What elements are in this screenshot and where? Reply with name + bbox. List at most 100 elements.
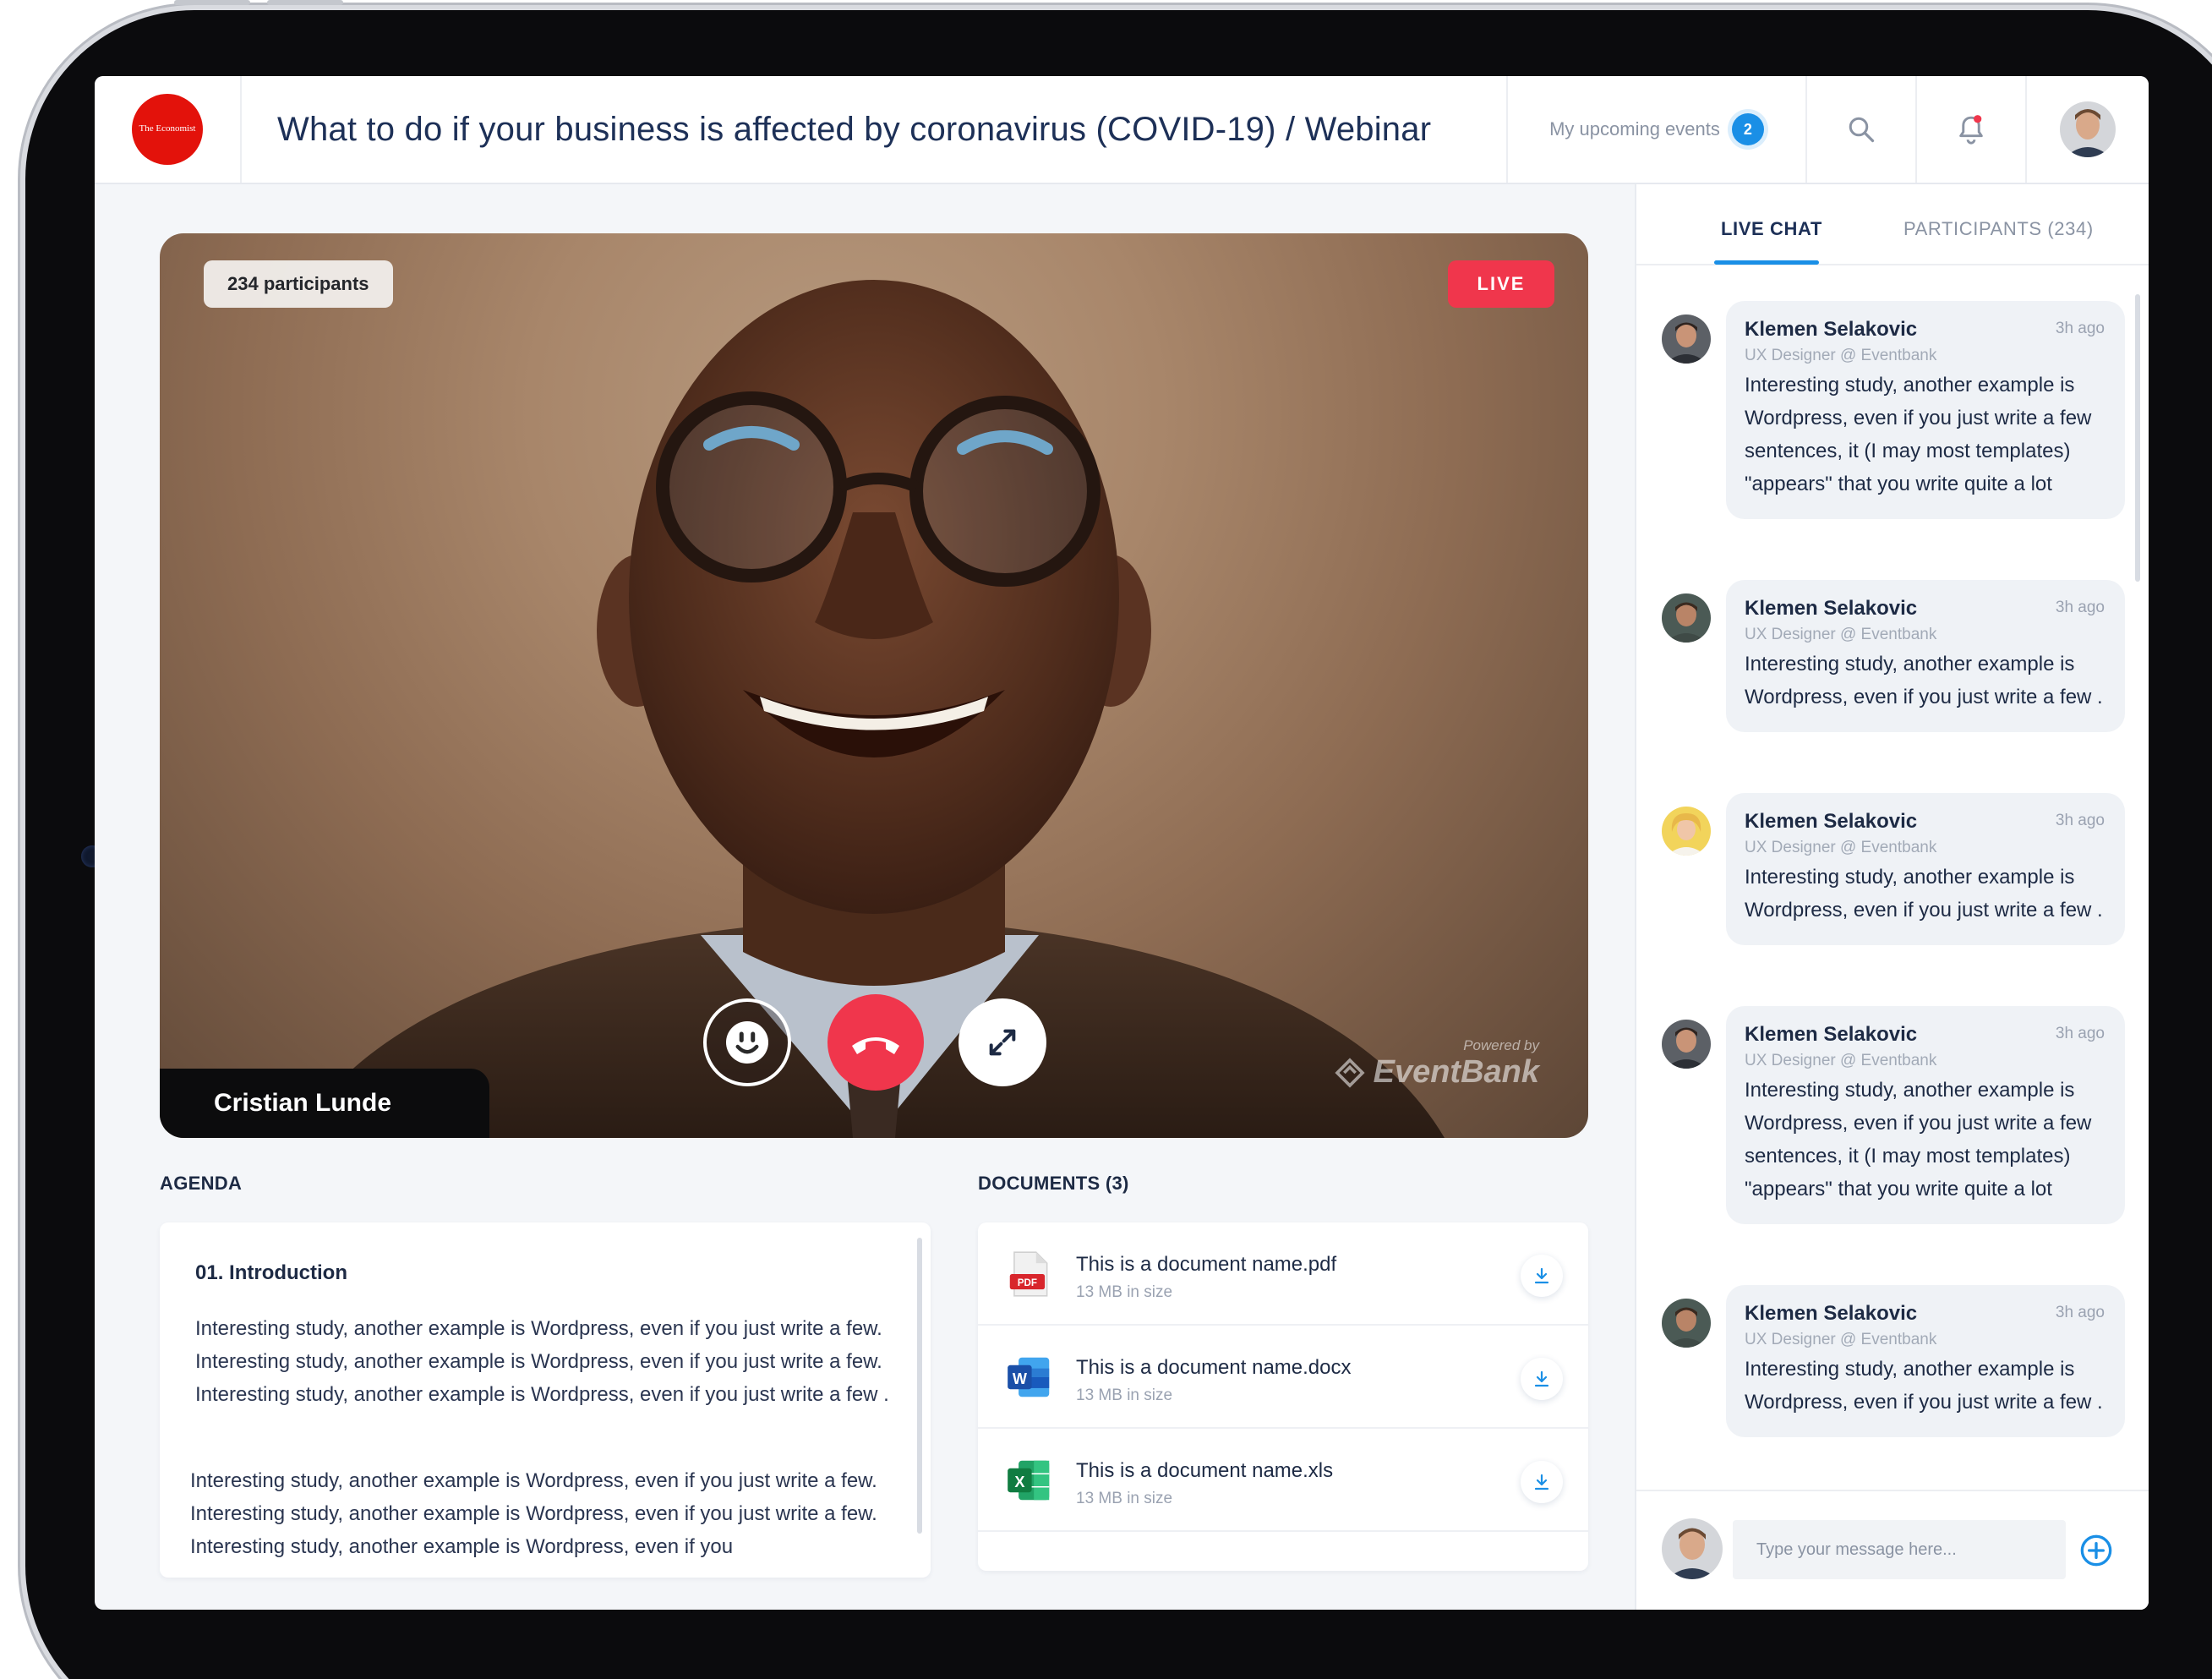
page-title: What to do if your business is affected … [277,110,1432,148]
message-role: UX Designer @ Eventbank [1745,839,1937,856]
agenda-item-heading: 01. Introduction [195,1261,347,1284]
avatar [1662,1518,1723,1579]
bell-icon [1959,115,1983,145]
message-bubble: Klemen Selakovic 3h ago UX Designer @ Ev… [1726,793,2125,945]
document-row[interactable]: PDF This is a document name.pdf 13 MB in… [978,1222,1588,1326]
chat-message-input[interactable] [1733,1520,2066,1579]
document-row[interactable]: X This is a document name.xls 13 MB in s… [978,1429,1588,1532]
download-icon [1534,1267,1549,1284]
message-time: 3h ago [2055,1304,2105,1321]
avatar [1662,807,1711,856]
top-header: The Economist What to do if your busines… [95,76,2149,184]
avatar [1662,593,1711,643]
volume-button [174,0,250,5]
side-panel: LIVE CHAT PARTICIPANTS (234) Klemen Sela… [1635,184,2149,1610]
smiley-icon [726,1021,768,1064]
tab-participants[interactable]: PARTICIPANTS (234) [1903,218,2094,240]
reaction-button[interactable] [703,998,791,1086]
svg-text:PDF: PDF [1018,1277,1037,1288]
document-size: 13 MB in size [1076,1386,1173,1404]
documents-list: PDF This is a document name.pdf 13 MB in… [978,1222,1588,1571]
add-attachment-button[interactable] [2079,1534,2113,1567]
user-avatar [2060,101,2116,157]
document-size: 13 MB in size [1076,1283,1173,1301]
download-icon [1534,1474,1549,1490]
panel-tabs: LIVE CHAT PARTICIPANTS (234) [1636,184,2149,265]
message-role: UX Designer @ Eventbank [1745,347,1937,364]
download-icon [1534,1370,1549,1387]
agenda-title: AGENDA [160,1173,243,1194]
message-text: Interesting study, another example is Wo… [1745,374,2092,495]
avatar [1662,1299,1711,1348]
agenda-paragraph: Interesting study, another example is Wo… [195,1317,889,1406]
document-size: 13 MB in size [1076,1490,1173,1507]
participants-count-pill: 234 participants [204,260,393,308]
pdf-file-icon: PDF [1003,1248,1056,1300]
message-time: 3h ago [2055,320,2105,337]
message-bubble: Klemen Selakovic 3h ago UX Designer @ Ev… [1726,1006,2125,1224]
message-author: Klemen Selakovic [1745,597,1918,620]
search-button[interactable] [1805,76,1915,183]
message-role: UX Designer @ Eventbank [1745,1331,1937,1348]
message-time: 3h ago [2055,599,2105,616]
logo-cell[interactable]: The Economist [95,76,242,183]
svg-text:X: X [1014,1474,1024,1490]
end-call-button[interactable] [827,994,924,1091]
message-text: Interesting study, another example is Wo… [1745,653,2103,708]
search-icon [1849,117,1875,143]
excel-file-icon: X [1003,1454,1056,1507]
live-badge: LIVE [1448,260,1554,308]
message-role: UX Designer @ Eventbank [1745,1052,1937,1069]
eventbank-mark-icon [1335,1057,1365,1088]
message-composer [1636,1490,2149,1610]
download-button[interactable] [1521,1255,1563,1297]
hang-up-icon [852,1037,899,1054]
svg-text:W: W [1013,1370,1028,1387]
message-bubble: Klemen Selakovic 3h ago UX Designer @ Ev… [1726,580,2125,732]
agenda-paragraph: Interesting study, another example is Wo… [190,1469,877,1558]
message-time: 3h ago [2055,1025,2105,1042]
message-bubble: Klemen Selakovic 3h ago UX Designer @ Ev… [1726,1285,2125,1437]
message-role: UX Designer @ Eventbank [1745,626,1937,643]
message-text: Interesting study, another example is Wo… [1745,866,2103,922]
document-name: This is a document name.docx [1076,1356,1352,1379]
chat-scrollbar[interactable] [2135,294,2140,582]
message-time: 3h ago [2055,812,2105,829]
powered-by-watermark: Powered by EventBank [1333,1037,1539,1091]
agenda-panel[interactable]: 01. Introduction Interesting study, anot… [160,1222,931,1578]
document-row[interactable]: W This is a document name.docx 13 MB in … [978,1326,1588,1429]
avatar [1662,1020,1711,1069]
speaker-name-plate: Cristian Lunde [160,1069,489,1138]
download-button[interactable] [1521,1461,1563,1503]
message-text: Interesting study, another example is Wo… [1745,1079,2092,1200]
tab-live-chat[interactable]: LIVE CHAT [1721,218,1822,240]
message-text: Interesting study, another example is Wo… [1745,1358,2103,1414]
powered-by-label: Powered by [1463,1037,1539,1053]
documents-title: DOCUMENTS (3) [978,1173,1129,1194]
document-name: This is a document name.xls [1076,1459,1334,1482]
message-author: Klemen Selakovic [1745,318,1918,341]
message-bubble: Klemen Selakovic 3h ago UX Designer @ Ev… [1726,301,2125,519]
message-author: Klemen Selakovic [1745,1023,1918,1046]
upcoming-events-label: My upcoming events [1549,118,1720,139]
download-button[interactable] [1521,1358,1563,1400]
word-file-icon: W [1003,1351,1056,1403]
upcoming-events-button[interactable]: My upcoming events 2 [1506,76,1805,183]
brand-logo[interactable]: The Economist [132,94,203,165]
agenda-scrollbar[interactable] [917,1238,922,1534]
profile-button[interactable] [2025,76,2149,183]
active-tab-indicator [1714,260,1819,265]
avatar [1662,314,1711,364]
notifications-button[interactable] [1915,76,2025,183]
expand-icon [989,1029,1016,1056]
eventbank-logo: EventBank [1333,1054,1539,1091]
fullscreen-button[interactable] [959,998,1046,1086]
message-author: Klemen Selakovic [1745,1302,1918,1325]
document-name: This is a document name.pdf [1076,1253,1337,1276]
app-screen: The Economist What to do if your busines… [95,76,2149,1610]
volume-button [267,0,343,5]
upcoming-events-count-badge: 2 [1731,113,1764,145]
video-stream[interactable]: 234 participants LIVE Powered by EventBa… [160,233,1588,1138]
message-author: Klemen Selakovic [1745,810,1918,833]
plus-circle-icon [2080,1534,2112,1567]
